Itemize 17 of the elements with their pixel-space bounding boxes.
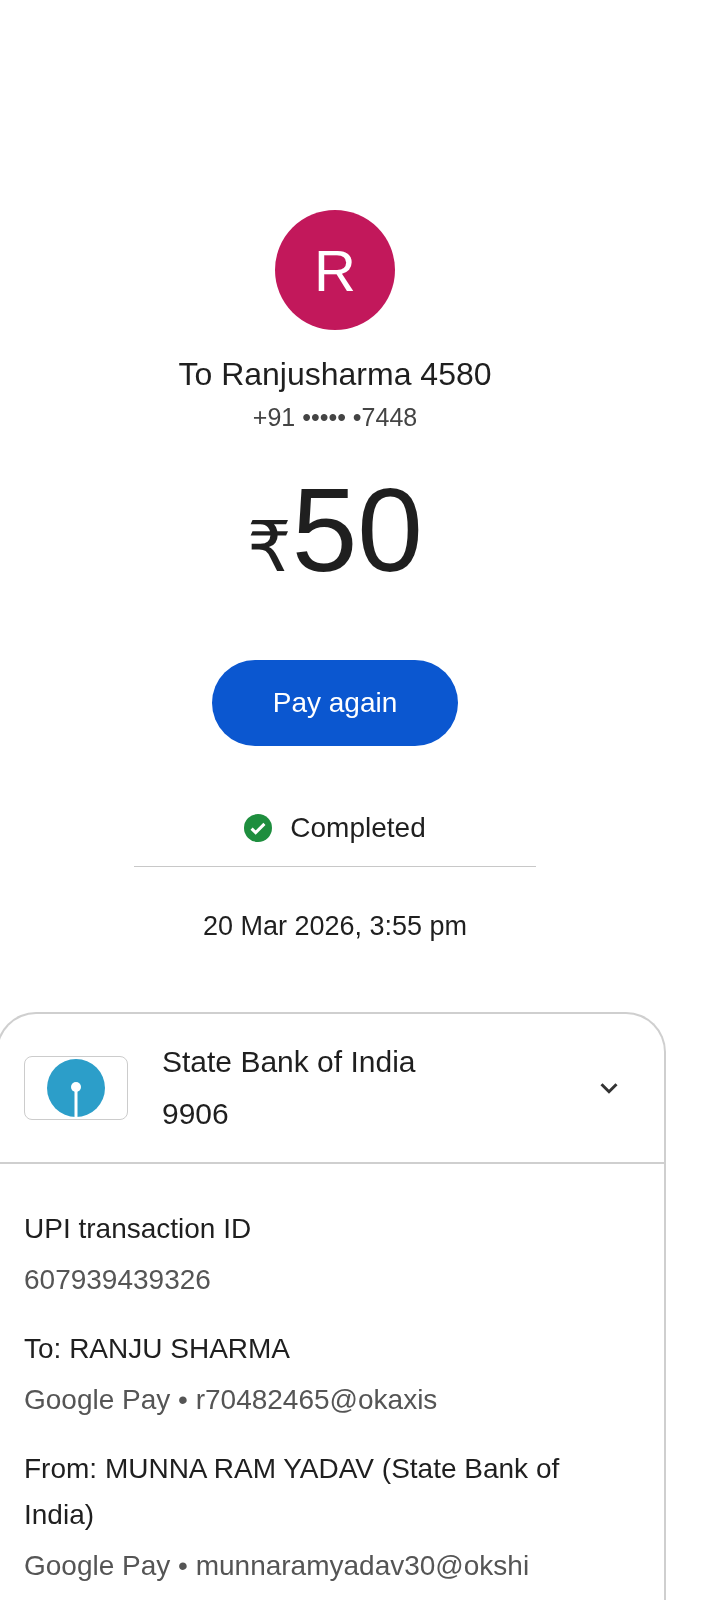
detail-label: UPI transaction ID (24, 1212, 253, 1246)
currency-symbol: ₹ (247, 507, 292, 588)
phone-number: +91 ••••• •7448 (252, 403, 418, 432)
avatar: R (275, 210, 395, 330)
bank-name: State Bank of India (162, 1044, 417, 1080)
transaction-date: 20 Mar 2026, 3:55 pm (202, 911, 468, 942)
detail-value: Google Pay • r70482465@okaxis (24, 1383, 439, 1417)
detail-label: To: RANJU SHARMA (24, 1332, 292, 1366)
payee-name: To Ranjusharma 4580 (178, 356, 492, 393)
detail-label: From: MUNNA RAM YADAV (State Bank of India) (24, 1452, 561, 1532)
pay-again-button[interactable]: Pay again (212, 660, 458, 746)
status-label: Completed (290, 812, 426, 844)
detail-value: Google Pay • munnaramyadav30@okshi (24, 1549, 531, 1583)
amount: 50 (291, 463, 423, 598)
detail-value: 607939439326 (24, 1263, 212, 1297)
account-number: 9906 (162, 1096, 230, 1132)
bank-logo-icon (24, 1056, 128, 1120)
